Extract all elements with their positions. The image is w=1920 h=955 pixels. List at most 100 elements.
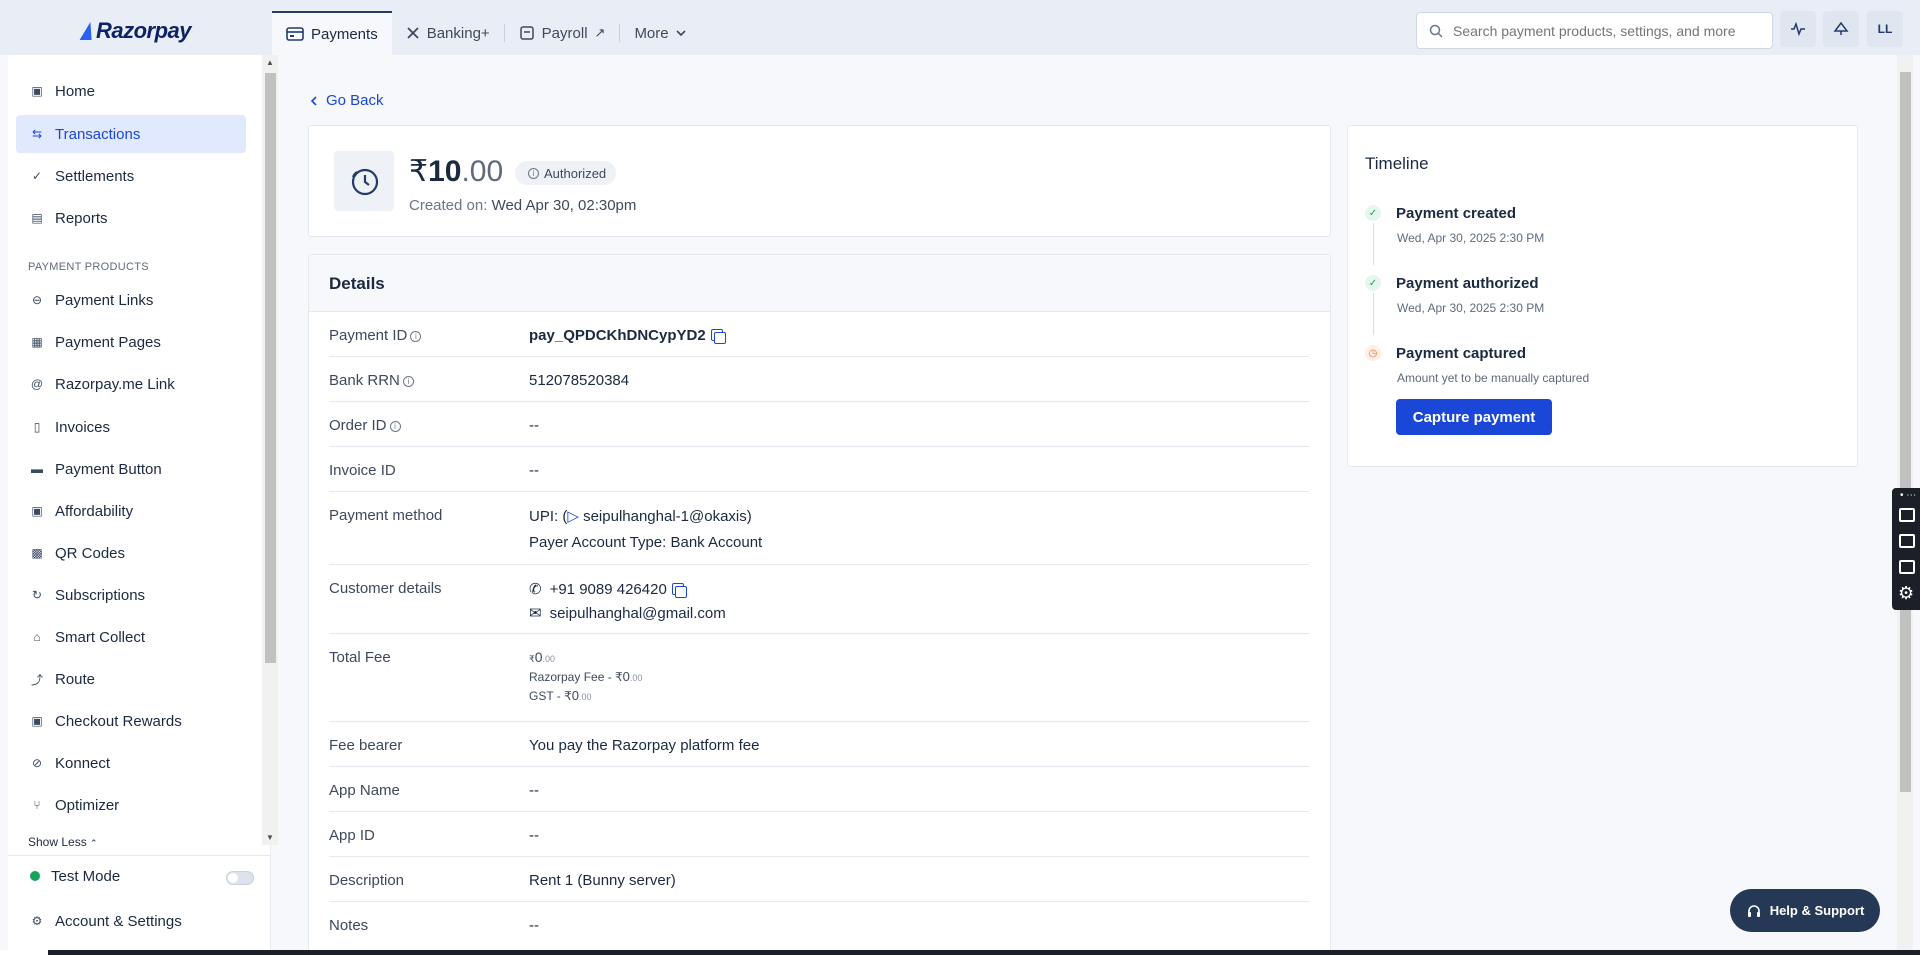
product-tabs: Payments Banking+ Payroll ↗ More bbox=[272, 11, 700, 55]
activity-icon bbox=[1791, 22, 1805, 36]
upi-app-icon: ▷ bbox=[567, 508, 579, 525]
qr-code-icon: ▩ bbox=[31, 546, 43, 560]
sidebar-item-smart-collect[interactable]: ⌂ Smart Collect bbox=[16, 618, 246, 656]
headset-icon bbox=[1747, 904, 1760, 917]
check-icon: ✓ bbox=[1365, 275, 1381, 291]
copy-icon[interactable] bbox=[671, 583, 687, 598]
details-card: Details Payment ID i pay_QPDCKhDNCypYD2 B… bbox=[308, 254, 1331, 955]
details-title: Details bbox=[309, 255, 1330, 312]
sidebar-divider bbox=[8, 855, 271, 856]
sidebar-item-affordability[interactable]: ▣ Affordability bbox=[16, 492, 246, 530]
invoice-icon: ▯ bbox=[33, 420, 41, 434]
reports-icon: ▤ bbox=[31, 211, 43, 225]
gear-icon[interactable]: ⚙ bbox=[1898, 584, 1914, 602]
sidebar: ▣ Home ⇆ Transactions ✓ Settlements ▤ Report… bbox=[8, 55, 278, 955]
razorpay-logo[interactable]: Razorpay bbox=[79, 18, 192, 44]
scroll-down-arrow-icon[interactable]: ▼ bbox=[266, 833, 274, 842]
row-invoice-id: Invoice ID -- bbox=[329, 447, 1309, 492]
screen-recorder-toolbar: • ⋯ ⚙ bbox=[1892, 488, 1920, 610]
row-customer-details: Customer details ✆ +91 9089 426420 ✉ seipu… bbox=[329, 565, 1309, 634]
external-link-icon: ↗ bbox=[594, 25, 606, 40]
clock-icon bbox=[334, 151, 394, 211]
optimizer-icon: ⑂ bbox=[33, 798, 41, 812]
sidebar-item-payment-pages[interactable]: ▦ Payment Pages bbox=[16, 323, 246, 361]
window-icon[interactable] bbox=[1899, 560, 1915, 574]
main-scroll-thumb[interactable] bbox=[1900, 72, 1911, 792]
chevron-left-icon bbox=[310, 95, 317, 106]
more-icon[interactable]: • ⋯ bbox=[1900, 490, 1916, 501]
bank-icon: ⌂ bbox=[33, 630, 41, 644]
status-badge: i Authorized bbox=[515, 161, 617, 185]
info-icon[interactable]: i bbox=[389, 421, 401, 432]
home-icon: ▣ bbox=[31, 84, 43, 98]
search-input[interactable] bbox=[1453, 22, 1763, 39]
button-icon: ▬ bbox=[31, 462, 43, 476]
phone-icon: ✆ bbox=[529, 581, 542, 598]
timeline-connector bbox=[1373, 223, 1374, 265]
timeline-connector bbox=[1373, 293, 1374, 335]
info-icon[interactable]: i bbox=[410, 331, 422, 342]
payroll-icon bbox=[519, 26, 534, 40]
user-avatar[interactable]: LL bbox=[1867, 11, 1903, 47]
row-app-id: App ID -- bbox=[329, 812, 1309, 857]
tab-payroll[interactable]: Payroll ↗ bbox=[505, 11, 620, 55]
payments-icon bbox=[286, 27, 304, 41]
show-less-toggle[interactable]: Show Less ⌃ bbox=[28, 835, 98, 849]
row-bank-rrn: Bank RRN i 512078520384 bbox=[329, 357, 1309, 402]
test-mode-toggle[interactable] bbox=[226, 871, 254, 885]
sidebar-item-reports[interactable]: ▤ Reports bbox=[16, 199, 246, 237]
row-app-name: App Name -- bbox=[329, 767, 1309, 812]
sidebar-item-route[interactable]: ⤴ Route bbox=[16, 660, 246, 698]
info-icon[interactable]: i bbox=[402, 376, 414, 387]
activity-button[interactable] bbox=[1780, 11, 1816, 47]
sidebar-scroll-thumb[interactable] bbox=[265, 73, 276, 663]
created-on: Created on: Wed Apr 30, 02:30pm bbox=[409, 197, 637, 214]
copy-icon[interactable] bbox=[710, 329, 726, 344]
row-payment-id: Payment ID i pay_QPDCKhDNCypYD2 bbox=[329, 312, 1309, 357]
timeline-title: Timeline bbox=[1365, 154, 1429, 173]
tab-payments[interactable]: Payments bbox=[272, 11, 392, 55]
video-icon[interactable] bbox=[1899, 534, 1915, 548]
route-icon: ⤴ bbox=[30, 672, 43, 687]
payment-summary-card: ₹10.00 i Authorized Created on: Wed Apr 3… bbox=[308, 125, 1331, 237]
sidebar-item-razorpay-me[interactable]: @ Razorpay.me Link bbox=[16, 365, 246, 403]
test-mode-item: Test Mode bbox=[16, 857, 246, 895]
row-order-id: Order ID i -- bbox=[329, 402, 1309, 447]
sidebar-item-account-settings[interactable]: ⚙ Account & Settings bbox=[16, 902, 246, 940]
megaphone-icon bbox=[1833, 21, 1849, 35]
sidebar-item-home[interactable]: ▣ Home bbox=[16, 72, 246, 110]
sidebar-item-payment-links[interactable]: ⊖ Payment Links bbox=[16, 281, 246, 319]
gear-icon: ⚙ bbox=[31, 914, 43, 928]
konnect-icon: ⊘ bbox=[31, 756, 43, 770]
sidebar-item-invoices[interactable]: ▯ Invoices bbox=[16, 408, 246, 446]
go-back-link[interactable]: Go Back bbox=[310, 92, 384, 109]
help-support-button[interactable]: Help & Support bbox=[1730, 889, 1880, 932]
scroll-up-arrow-icon[interactable]: ▲ bbox=[266, 58, 274, 67]
link-icon: ⊖ bbox=[31, 293, 43, 307]
settlements-icon: ✓ bbox=[31, 169, 43, 183]
payment-amount: ₹10.00 bbox=[409, 155, 504, 188]
chevron-down-icon bbox=[676, 30, 686, 37]
sidebar-item-subscriptions[interactable]: ↻ Subscriptions bbox=[16, 576, 246, 614]
sidebar-item-settlements[interactable]: ✓ Settlements bbox=[16, 157, 246, 195]
page-icon: ▦ bbox=[31, 335, 43, 349]
announcements-button[interactable] bbox=[1823, 11, 1859, 47]
banking-icon bbox=[407, 27, 419, 39]
sidebar-item-konnect[interactable]: ⊘ Konnect bbox=[16, 744, 246, 782]
mail-icon: ✉ bbox=[529, 605, 542, 622]
tab-banking[interactable]: Banking+ bbox=[392, 11, 504, 55]
sidebar-item-optimizer[interactable]: ⑂ Optimizer bbox=[16, 786, 246, 824]
global-search[interactable] bbox=[1416, 12, 1773, 49]
sidebar-item-qr-codes[interactable]: ▩ QR Codes bbox=[16, 534, 246, 572]
test-mode-status-dot bbox=[30, 871, 40, 881]
tab-more[interactable]: More bbox=[620, 11, 699, 55]
rewards-icon: ▣ bbox=[31, 714, 43, 728]
capture-payment-button[interactable]: Capture payment bbox=[1396, 399, 1552, 435]
sidebar-item-transactions[interactable]: ⇆ Transactions bbox=[16, 115, 246, 153]
sidebar-item-payment-button[interactable]: ▬ Payment Button bbox=[16, 450, 246, 488]
at-icon: @ bbox=[30, 377, 44, 391]
camera-icon[interactable] bbox=[1899, 508, 1915, 522]
sidebar-item-checkout-rewards[interactable]: ▣ Checkout Rewards bbox=[16, 702, 246, 740]
info-icon: i bbox=[528, 167, 539, 179]
affordability-icon: ▣ bbox=[31, 504, 43, 518]
